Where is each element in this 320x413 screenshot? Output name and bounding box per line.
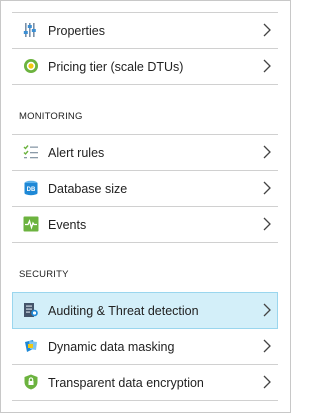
database-size-icon: DB [23,180,39,196]
menu-item-label: Events [48,217,87,232]
menu-item-transparent-data-encryption[interactable]: Transparent data encryption [12,365,278,401]
menu-item-label: Properties [48,23,105,38]
chevron-right-icon [262,374,272,390]
encryption-shield-icon [23,374,39,390]
section-title-monitoring: MONITORING [19,111,83,122]
auditing-icon [23,302,39,318]
menu-item-label: Dynamic data masking [48,339,175,354]
menu-item-events[interactable]: Events [12,207,278,243]
chevron-right-icon [262,338,272,354]
chevron-right-icon [262,180,272,196]
menu-item-auditing-threat-detection[interactable]: Auditing & Threat detection [12,292,278,329]
chevron-right-icon [262,302,272,318]
alert-rules-icon [23,144,39,160]
menu-item-alert-rules[interactable]: Alert rules [12,134,278,171]
menu-item-label: Auditing & Threat detection [48,303,199,318]
database-icon-text: DB [27,187,36,193]
top-menu-group: Properties Pricing tier (scale DTUs) [12,12,278,85]
chevron-right-icon [262,22,272,38]
section-title-security: SECURITY [19,269,69,280]
menu-item-database-size[interactable]: DB Database size [12,171,278,207]
properties-icon [23,22,39,38]
menu-item-label: Pricing tier (scale DTUs) [48,59,184,74]
data-masking-icon [23,338,39,354]
menu-item-properties[interactable]: Properties [12,12,278,49]
chevron-right-icon [262,216,272,232]
menu-item-label: Alert rules [48,145,105,160]
menu-item-label: Database size [48,181,128,196]
pricing-tier-icon [23,58,39,74]
blade-menu: Properties Pricing tier (scale DTUs) MON… [0,0,291,413]
security-menu-group: Auditing & Threat detection Dynamic data… [12,292,278,401]
menu-item-pricing-tier[interactable]: Pricing tier (scale DTUs) [12,49,278,85]
chevron-right-icon [262,144,272,160]
events-icon [23,216,39,232]
menu-item-dynamic-data-masking[interactable]: Dynamic data masking [12,329,278,365]
monitoring-menu-group: Alert rules DB Database size Events [12,134,278,243]
chevron-right-icon [262,58,272,74]
menu-item-label: Transparent data encryption [48,375,204,390]
